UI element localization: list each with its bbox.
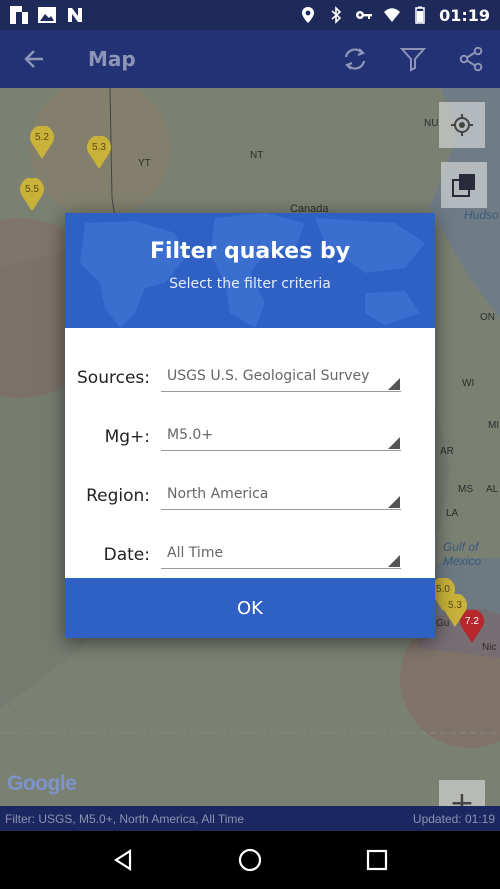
system-nav-bar: [0, 831, 500, 889]
map-label: Gulf of: [443, 540, 479, 554]
map-label: Mexico: [443, 554, 482, 568]
location-icon: [302, 7, 315, 23]
date-value: All Time: [167, 544, 224, 561]
dropdown-arrow-icon: [388, 495, 400, 508]
circle-home-icon: [238, 848, 262, 872]
filter-button[interactable]: [384, 30, 442, 88]
google-logo: Google: [7, 772, 77, 795]
map-label: ON: [480, 312, 495, 323]
arrow-left-icon: [24, 50, 43, 68]
bluetooth-icon: [331, 6, 342, 24]
filter-row-date: Date: All Time: [65, 525, 435, 584]
dropdown-arrow-icon: [388, 554, 400, 567]
map-label: AR: [440, 446, 454, 457]
map-label: AL: [486, 484, 499, 495]
sources-label: Sources:: [77, 367, 150, 388]
app-bar: Map: [0, 30, 500, 88]
quake-marker[interactable]: 5.5: [19, 177, 45, 212]
ok-button[interactable]: OK: [65, 578, 435, 638]
share-icon: [459, 46, 483, 72]
dropdown-arrow-icon: [388, 436, 400, 449]
share-button[interactable]: [442, 30, 500, 88]
filter-row-magnitude: Mg+: M5.0+: [65, 407, 435, 466]
n-icon: [68, 8, 82, 22]
crosshair-icon: [451, 114, 473, 136]
sources-dropdown[interactable]: USGS U.S. Geological Survey: [161, 364, 401, 392]
map-label: MI: [488, 420, 500, 431]
nav-back-button[interactable]: [103, 840, 143, 880]
dialog-header: Filter quakes by Select the filter crite…: [65, 213, 435, 328]
flipboard-icon: [10, 6, 28, 24]
quake-marker[interactable]: 5.2: [29, 125, 55, 160]
square-recents-icon: [366, 849, 387, 871]
magnitude-value: M5.0+: [167, 426, 214, 443]
map-label: MS: [458, 484, 473, 495]
layers-button[interactable]: [441, 162, 487, 208]
region-value: North America: [167, 485, 269, 502]
battery-icon: [415, 6, 425, 24]
back-button[interactable]: [0, 30, 68, 88]
filter-icon: [400, 48, 426, 72]
dialog-title: Filter quakes by: [149, 239, 351, 264]
page-title: Map: [88, 47, 136, 71]
my-location-button[interactable]: [439, 102, 485, 148]
zoom-controls: + −: [439, 780, 485, 806]
sources-value: USGS U.S. Geological Survey: [167, 367, 370, 384]
dialog-subtitle: Select the filter criteria: [169, 276, 331, 292]
nav-home-button[interactable]: [230, 840, 270, 880]
date-dropdown[interactable]: All Time: [161, 541, 401, 569]
refresh-icon: [344, 48, 366, 70]
key-icon: [356, 11, 373, 19]
quake-marker[interactable]: 5.3: [86, 135, 112, 170]
map-label: LA: [446, 508, 459, 519]
date-label: Date:: [103, 544, 150, 565]
filter-dialog: Filter quakes by Select the filter crite…: [65, 213, 435, 638]
dropdown-arrow-icon: [388, 377, 400, 390]
map-label: NT: [250, 150, 264, 161]
status-bar: 01:19: [0, 0, 500, 30]
triangle-back-icon: [114, 848, 132, 872]
filter-row-sources: Sources: USGS U.S. Geological Survey: [65, 348, 435, 407]
filter-summary-bar: Filter: USGS, M5.0+, North America, All …: [0, 806, 500, 831]
layers-icon: [452, 174, 475, 197]
image-icon: [38, 7, 56, 23]
filter-summary-text: Filter: USGS, M5.0+, North America, All …: [5, 811, 245, 826]
zoom-in-button[interactable]: +: [439, 780, 485, 807]
map-label: WI: [462, 378, 475, 389]
magnitude-dropdown[interactable]: M5.0+: [161, 423, 401, 451]
map-label: YT: [138, 158, 151, 169]
magnitude-label: Mg+:: [104, 426, 150, 447]
filter-row-region: Region: North America: [65, 466, 435, 525]
map-label: Hudso: [464, 208, 499, 222]
updated-time: Updated: 01:19: [412, 811, 495, 826]
wifi-icon: [384, 8, 401, 23]
region-dropdown[interactable]: North America: [161, 482, 401, 510]
clock: 01:19: [439, 5, 490, 25]
nav-recents-button[interactable]: [357, 840, 397, 880]
region-label: Region:: [86, 485, 150, 506]
dialog-body: Sources: USGS U.S. Geological Survey Mg+…: [65, 328, 435, 584]
refresh-button[interactable]: [326, 30, 384, 88]
map-label: NU: [424, 118, 439, 129]
